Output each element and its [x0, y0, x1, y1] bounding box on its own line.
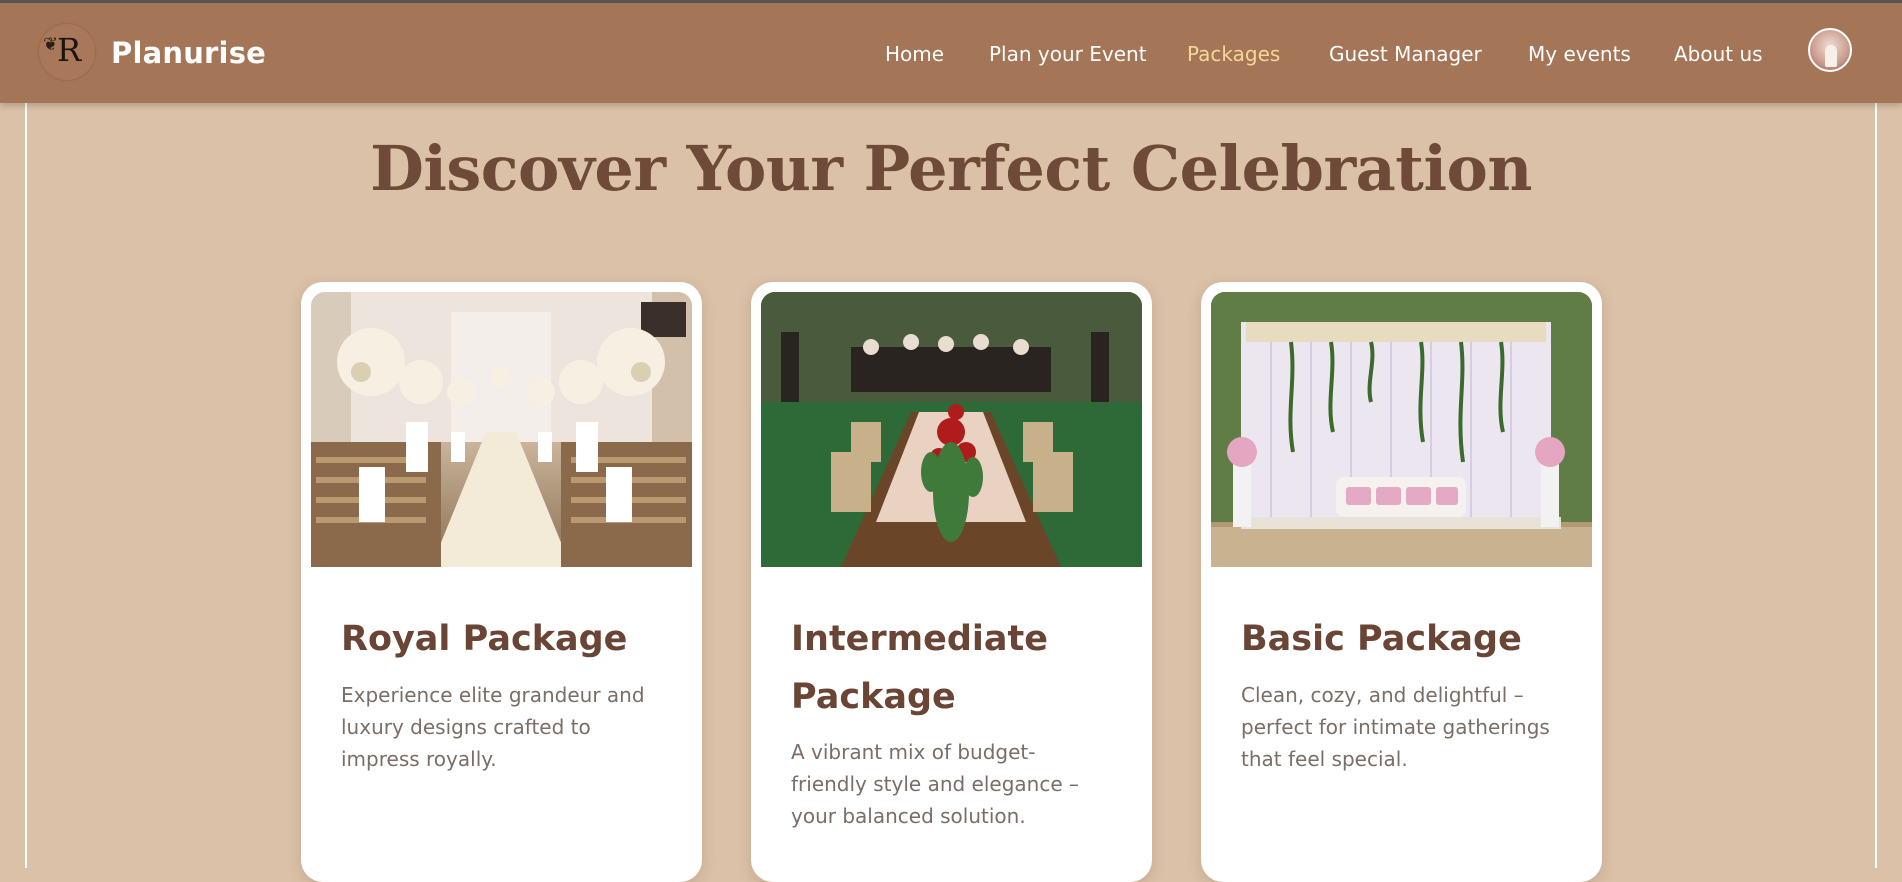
floral-stage-illustration: [1211, 292, 1592, 567]
nav-plan-your-event[interactable]: Plan your Event: [989, 42, 1147, 66]
navbar: ❦ R Planurise Home Plan your Event Packa…: [0, 3, 1902, 103]
nav-my-events[interactable]: My events: [1528, 42, 1631, 66]
wedding-aisle-illustration: [311, 292, 692, 567]
package-image-royal: [311, 292, 692, 567]
package-description-basic: Clean, cozy, and delightful – perfect fo…: [1241, 683, 1550, 771]
brand-name[interactable]: Planurise: [111, 36, 266, 70]
avatar-figure: [1825, 45, 1837, 67]
package-title-basic: Basic Package: [1241, 619, 1522, 659]
nav-about-us[interactable]: About us: [1674, 42, 1763, 66]
package-card-intermediate[interactable]: Intermediate Package A vibrant mix of bu…: [751, 282, 1152, 882]
page-title: Discover Your Perfect Celebration: [370, 132, 1532, 205]
package-title-intermediate: Intermediate Package: [791, 619, 1049, 717]
banquet-table-illustration: [761, 292, 1142, 567]
brand-logo[interactable]: ❦ R: [39, 24, 95, 80]
package-description-royal: Experience elite grandeur and luxury des…: [341, 683, 645, 771]
logo-monogram: R: [57, 31, 82, 69]
frame-border-left: [25, 103, 27, 868]
user-avatar[interactable]: [1808, 28, 1852, 72]
nav-home[interactable]: Home: [885, 42, 944, 66]
package-description-intermediate: A vibrant mix of budget-friendly style a…: [791, 740, 1079, 828]
package-card-basic[interactable]: Basic Package Clean, cozy, and delightfu…: [1201, 282, 1602, 882]
nav-guest-manager[interactable]: Guest Manager: [1329, 42, 1482, 66]
nav-packages[interactable]: Packages: [1187, 42, 1280, 66]
package-image-basic: [1211, 292, 1592, 567]
package-title-royal: Royal Package: [341, 619, 628, 659]
frame-border-right: [1875, 103, 1877, 868]
package-card-royal[interactable]: Royal Package Experience elite grandeur …: [301, 282, 702, 882]
leaf-icon: ❦: [43, 34, 59, 55]
package-image-intermediate: [761, 292, 1142, 567]
